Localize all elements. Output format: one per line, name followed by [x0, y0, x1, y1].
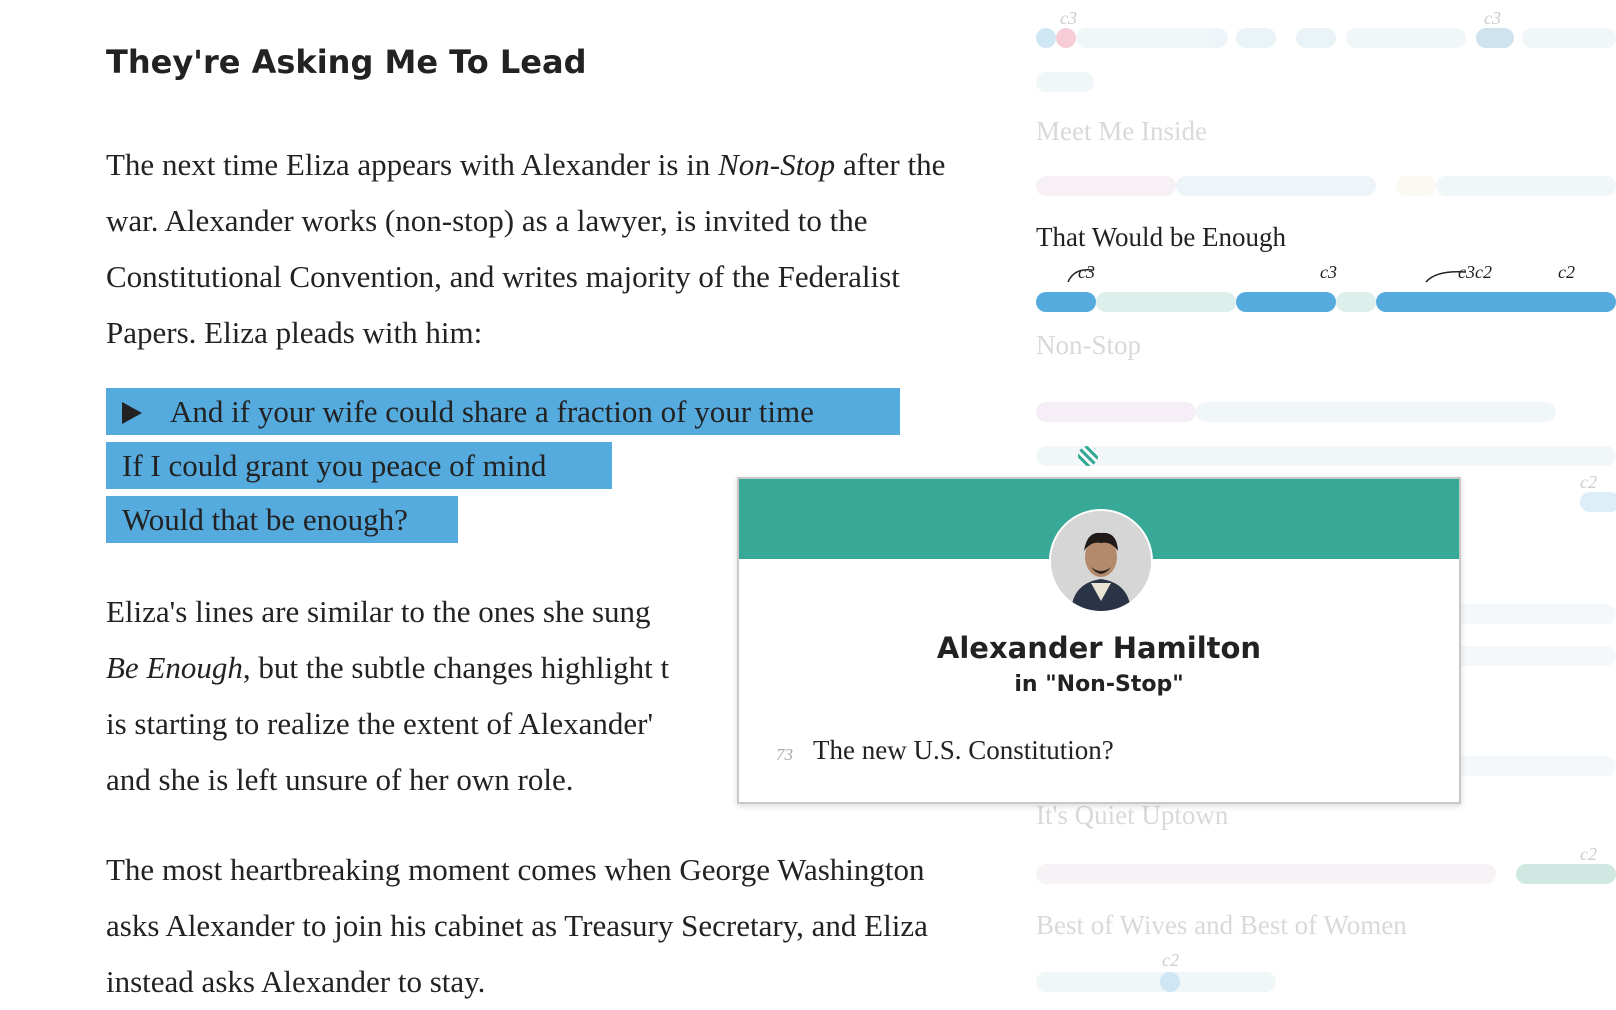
line-segment[interactable] — [1036, 292, 1096, 312]
line-segment[interactable] — [1396, 176, 1436, 196]
text: , but the subtle changes highlight t — [242, 650, 670, 685]
line-segment[interactable] — [1296, 28, 1336, 48]
song-reference: Be Enough — [106, 650, 243, 685]
song-title[interactable]: Meet Me Inside — [1036, 116, 1207, 147]
line-segment[interactable] — [1522, 28, 1616, 48]
avatar — [1049, 509, 1153, 613]
tag: c3 — [1320, 262, 1337, 282]
song-reference: Non-Stop — [718, 147, 836, 182]
line-track — [1036, 292, 1616, 312]
tag: c2 — [1580, 844, 1597, 864]
text: and she is left unsure of her own role. — [106, 762, 574, 797]
line-dot[interactable] — [1208, 28, 1228, 48]
tag: c2 — [1162, 950, 1179, 970]
text: is starting to realize the extent of Ale… — [106, 706, 654, 741]
line-track — [1036, 972, 1276, 992]
hover-dot[interactable] — [1078, 446, 1098, 466]
song-title[interactable]: It's Quiet Uptown — [1036, 800, 1228, 831]
article: They're Asking Me To Lead The next time … — [106, 42, 986, 999]
paragraph-comparison: Eliza's lines are similar to the ones sh… — [106, 584, 746, 808]
line-segment[interactable] — [1236, 28, 1276, 48]
line-track — [1036, 402, 1616, 422]
line-segment[interactable] — [1436, 176, 1616, 196]
line-segment[interactable] — [1376, 292, 1616, 312]
line-track — [1036, 176, 1616, 196]
tag: c2 — [1558, 262, 1575, 282]
line-segment[interactable] — [1516, 864, 1616, 884]
tag: c3c2 — [1458, 262, 1492, 282]
paragraph-washington: The most heartbreaking moment comes when… — [106, 852, 928, 999]
lyric-line[interactable]: If I could grant you peace of mind — [106, 442, 612, 489]
line-segment[interactable] — [1036, 446, 1616, 466]
line-dot[interactable] — [1036, 28, 1056, 48]
tag: c3 — [1484, 8, 1501, 28]
song-title-active[interactable]: That Would be Enough — [1036, 222, 1286, 253]
line-segment[interactable] — [1336, 292, 1376, 312]
line-segment[interactable] — [1096, 292, 1236, 312]
line-track — [1036, 28, 1616, 48]
line-segment[interactable] — [1176, 176, 1376, 196]
line-segment[interactable] — [1076, 28, 1226, 48]
line-segment[interactable] — [1346, 28, 1466, 48]
lyric-text: If I could grant you peace of mind — [122, 448, 547, 483]
line-segment[interactable] — [1236, 292, 1336, 312]
text: The next time Eliza appears with Alexand… — [106, 147, 719, 182]
text: Eliza's lines are similar to the ones sh… — [106, 594, 651, 629]
lyric-line-text: The new U.S. Constitution? — [813, 735, 1114, 765]
line-dot[interactable] — [1160, 972, 1180, 992]
line-segment[interactable] — [1036, 176, 1176, 196]
character-name: Alexander Hamilton — [936, 631, 1262, 665]
line-segment[interactable] — [1196, 402, 1556, 422]
character-popup: Alexander Hamilton in "Non-Stop" 73 The … — [737, 477, 1461, 804]
line-track — [1036, 446, 1616, 466]
line-dot[interactable] — [1056, 28, 1076, 48]
tag: c3 — [1060, 8, 1077, 28]
line-segment[interactable] — [1036, 402, 1196, 422]
lyric-text: And if your wife could share a fraction … — [170, 394, 814, 429]
song-context: in "Non-Stop" — [1014, 672, 1184, 697]
paragraph-intro: The next time Eliza appears with Alexand… — [106, 137, 956, 361]
line-segment[interactable] — [1580, 492, 1616, 512]
line-segment[interactable] — [1036, 972, 1276, 992]
line-segment[interactable] — [1476, 28, 1514, 48]
line-track — [1036, 72, 1116, 92]
lyric-line-play[interactable]: And if your wife could share a fraction … — [106, 388, 900, 435]
tag: c2 — [1580, 472, 1597, 492]
tag: c3 — [1078, 262, 1095, 282]
portrait — [1051, 511, 1151, 611]
line-track — [1036, 864, 1616, 884]
line-number: 73 — [776, 745, 793, 764]
line-segment[interactable] — [1036, 72, 1094, 92]
section-heading: They're Asking Me To Lead — [106, 43, 587, 81]
play-icon[interactable] — [122, 402, 142, 424]
lyric-text: Would that be enough? — [122, 502, 408, 537]
line-segment[interactable] — [1036, 864, 1496, 884]
song-title[interactable]: Best of Wives and Best of Women — [1036, 910, 1407, 941]
song-title[interactable]: Non-Stop — [1036, 330, 1141, 361]
lyric-line[interactable]: Would that be enough? — [106, 496, 458, 543]
